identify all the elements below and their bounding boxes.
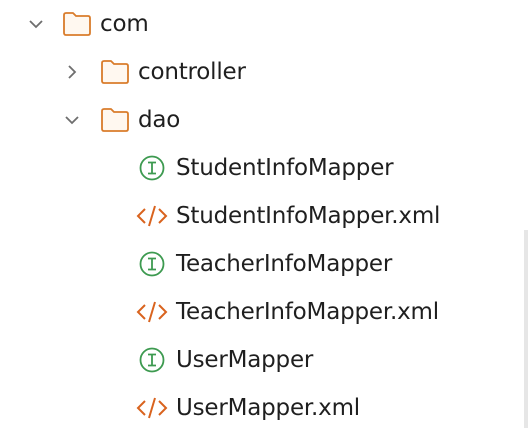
xml-file-icon — [136, 202, 168, 230]
vertical-scrollbar[interactable] — [524, 230, 528, 428]
tree-label: StudentInfoMapper.xml — [176, 203, 441, 229]
tree-file-student-info-mapper-xml[interactable]: StudentInfoMapper.xml — [0, 192, 520, 240]
chevron-down-icon[interactable] — [62, 110, 82, 130]
tree-node-com[interactable]: com — [0, 0, 520, 48]
tree-node-controller[interactable]: controller — [0, 48, 520, 96]
chevron-right-icon[interactable] — [62, 62, 82, 82]
tree-file-student-info-mapper[interactable]: StudentInfoMapper — [0, 144, 520, 192]
tree-file-user-mapper[interactable]: UserMapper — [0, 336, 520, 384]
tree-label: UserMapper.xml — [176, 395, 360, 421]
folder-icon — [100, 58, 130, 86]
folder-icon — [62, 10, 92, 38]
xml-file-icon — [136, 394, 168, 422]
tree-label: controller — [138, 59, 246, 85]
interface-icon — [138, 250, 166, 278]
interface-icon — [138, 154, 166, 182]
tree-label: TeacherInfoMapper — [176, 251, 393, 277]
folder-icon — [100, 106, 130, 134]
tree-node-dao[interactable]: dao — [0, 96, 520, 144]
tree-file-user-mapper-xml[interactable]: UserMapper.xml — [0, 384, 520, 428]
tree-label: StudentInfoMapper — [176, 155, 394, 181]
tree-label: dao — [138, 107, 181, 133]
tree-label: TeacherInfoMapper.xml — [176, 299, 439, 325]
tree-label: UserMapper — [176, 347, 314, 373]
tree-file-teacher-info-mapper[interactable]: TeacherInfoMapper — [0, 240, 520, 288]
chevron-down-icon[interactable] — [26, 14, 46, 34]
tree-file-teacher-info-mapper-xml[interactable]: TeacherInfoMapper.xml — [0, 288, 520, 336]
tree-label: com — [100, 11, 149, 37]
project-tree: com controller dao StudentInfoMapper Stu… — [0, 0, 528, 428]
interface-icon — [138, 346, 166, 374]
xml-file-icon — [136, 298, 168, 326]
